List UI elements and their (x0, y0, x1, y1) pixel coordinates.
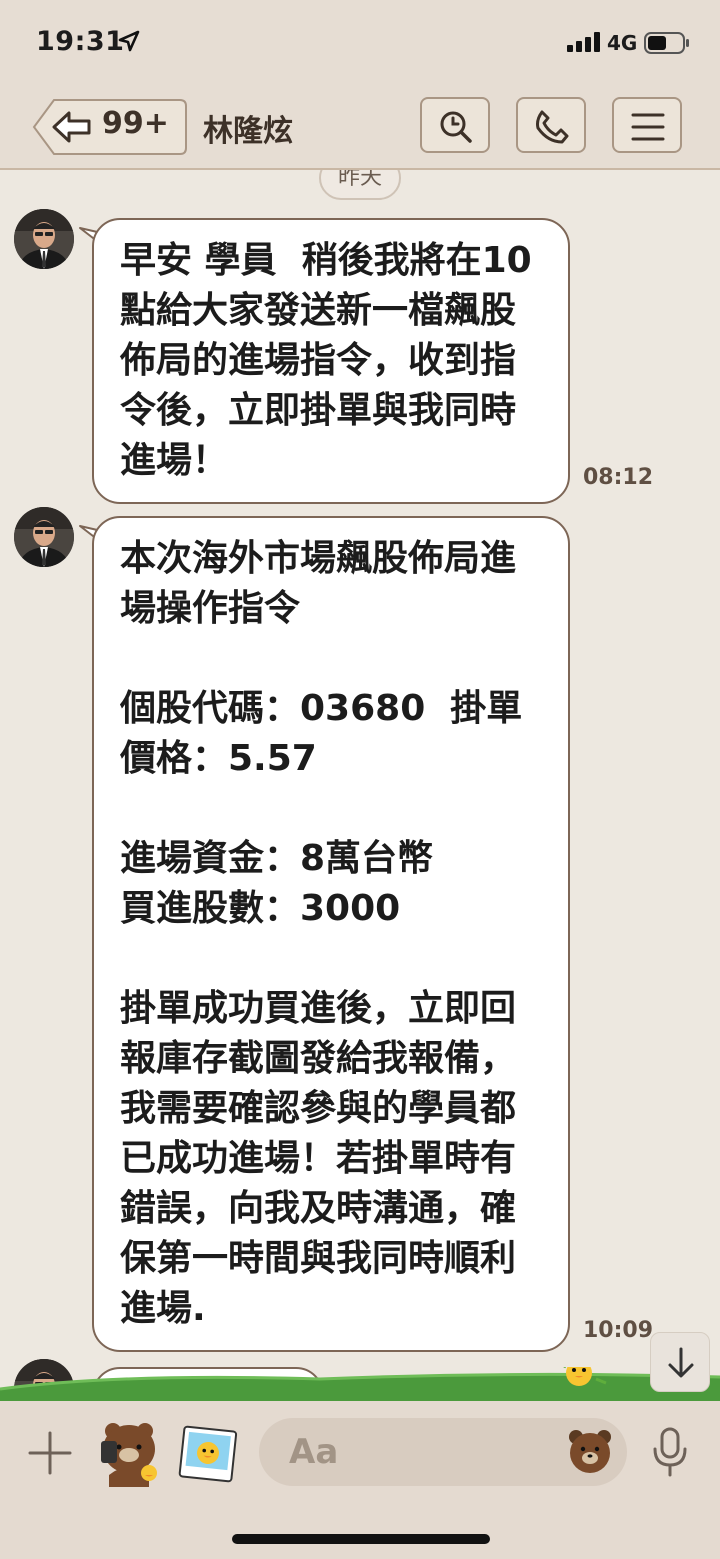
background-hill (0, 1367, 720, 1403)
phone-icon (536, 110, 569, 144)
back-button[interactable]: 99+ (32, 98, 188, 156)
chat-area[interactable]: 昨天 早安 學員 稍後我將在10點給大家發送新一檔飆股佈局的進場指令，收到指令後… (0, 170, 720, 1400)
message-bubble[interactable]: 本次海外市場飆股佈局進場操作指令 個股代碼：03680 掛單價格：5.57 進場… (92, 516, 570, 1352)
avatar-image (14, 507, 74, 567)
avatar[interactable] (14, 507, 74, 567)
signal-icon (567, 32, 600, 52)
battery-icon (644, 32, 689, 54)
message-time: 08:12 (583, 465, 654, 490)
status-bar: 19:31 4G (0, 0, 720, 84)
search-icon (440, 111, 472, 143)
chat-header: 99+ 林隆炫 (0, 84, 720, 170)
arrow-down-icon (668, 1347, 694, 1378)
avatar[interactable] (14, 209, 74, 269)
photo-sticker-button[interactable] (178, 1423, 238, 1483)
message-bubble[interactable]: 早安 學員 稍後我將在10點給大家發送新一檔飆股佈局的進場指令，收到指令後，立即… (92, 218, 570, 504)
status-time: 19:31 (36, 26, 125, 57)
location-arrow-icon (118, 30, 140, 52)
scroll-to-bottom-button[interactable] (650, 1332, 710, 1392)
menu-icon (631, 113, 665, 141)
sticker-button[interactable] (95, 1419, 163, 1487)
home-indicator (232, 1534, 490, 1544)
menu-button[interactable] (612, 97, 682, 153)
call-button[interactable] (516, 97, 586, 153)
emoji-button-icon[interactable] (566, 1427, 614, 1475)
unread-count: 99+ (102, 106, 169, 141)
date-separator: 昨天 (319, 170, 401, 200)
plus-icon[interactable] (28, 1431, 72, 1475)
back-arrow-icon (52, 111, 91, 143)
message-time: 10:09 (583, 1318, 654, 1343)
input-bar (0, 1401, 720, 1559)
chat-title: 林隆炫 (203, 114, 293, 149)
microphone-icon[interactable] (650, 1427, 690, 1479)
search-button[interactable] (420, 97, 490, 153)
network-type: 4G (607, 31, 638, 55)
avatar-image (14, 209, 74, 269)
